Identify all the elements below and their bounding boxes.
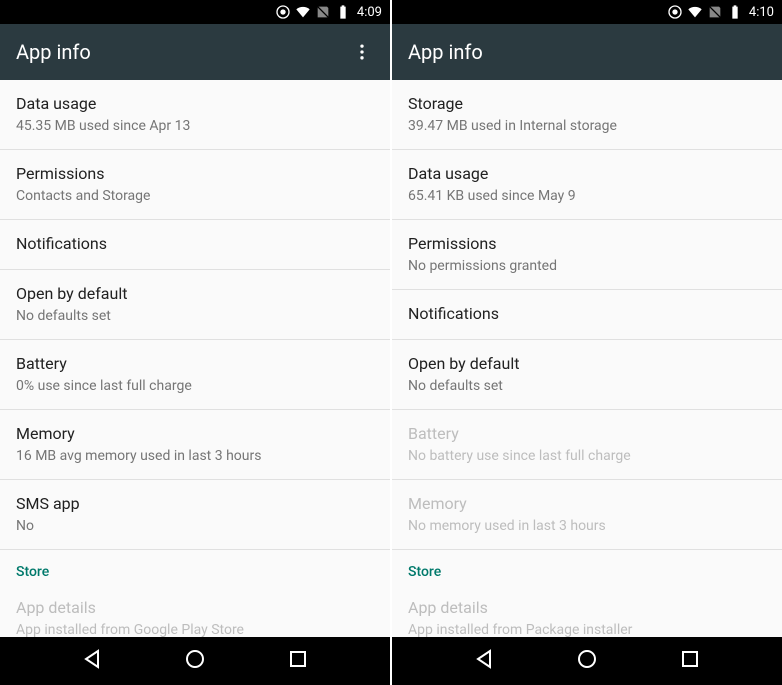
list-item-title: App details xyxy=(16,598,374,619)
back-icon xyxy=(80,647,104,671)
status-time: 4:10 xyxy=(749,5,774,20)
phone-screen-left: 4:09 App info Data usage 45.35 MB used s… xyxy=(0,0,390,685)
back-icon xyxy=(472,647,496,671)
list-item-subtitle: 16 MB avg memory used in last 3 hours xyxy=(16,447,374,465)
no-sim-icon xyxy=(315,4,331,20)
list-item-open-by-default[interactable]: Open by default No defaults set xyxy=(392,340,782,410)
list-item-memory[interactable]: Memory 16 MB avg memory used in last 3 h… xyxy=(0,410,390,480)
no-sim-icon xyxy=(707,4,723,20)
circle-icon xyxy=(275,4,291,20)
list-item-subtitle: No defaults set xyxy=(408,377,766,395)
list-item-title: Open by default xyxy=(16,284,374,305)
battery-icon xyxy=(335,4,351,20)
wifi-icon xyxy=(687,4,703,20)
list-item-notifications[interactable]: Notifications xyxy=(0,220,390,270)
list-item-subtitle: 0% use since last full charge xyxy=(16,377,374,395)
list-item-subtitle: No xyxy=(16,517,374,535)
list-item-permissions[interactable]: Permissions No permissions granted xyxy=(392,220,782,290)
list-item-title: Memory xyxy=(408,494,766,515)
list-item-notifications[interactable]: Notifications xyxy=(392,290,782,340)
list-item-app-details: App details App installed from Package i… xyxy=(392,584,782,637)
settings-list: Data usage 45.35 MB used since Apr 13 Pe… xyxy=(0,80,390,637)
navigation-bar xyxy=(392,637,782,685)
app-bar: App info xyxy=(392,24,782,80)
battery-icon xyxy=(727,4,743,20)
section-header-store: Store xyxy=(0,550,390,584)
list-item-subtitle: 39.47 MB used in Internal storage xyxy=(408,117,766,135)
list-item-title: Notifications xyxy=(16,234,374,255)
recent-icon xyxy=(678,647,702,671)
list-item-subtitle: 45.35 MB used since Apr 13 xyxy=(16,117,374,135)
more-vert-icon xyxy=(352,42,372,62)
home-icon xyxy=(575,647,599,671)
list-item-sms-app[interactable]: SMS app No xyxy=(0,480,390,550)
status-bar: 4:10 xyxy=(392,0,782,24)
list-item-title: Battery xyxy=(16,354,374,375)
list-item-subtitle: 65.41 KB used since May 9 xyxy=(408,187,766,205)
list-item-title: Data usage xyxy=(16,94,374,115)
overflow-menu-button[interactable] xyxy=(350,40,374,64)
list-item-battery[interactable]: Battery 0% use since last full charge xyxy=(0,340,390,410)
list-item-storage[interactable]: Storage 39.47 MB used in Internal storag… xyxy=(392,80,782,150)
list-item-title: Battery xyxy=(408,424,766,445)
wifi-icon xyxy=(295,4,311,20)
list-item-battery: Battery No battery use since last full c… xyxy=(392,410,782,480)
recent-button[interactable] xyxy=(286,647,310,675)
list-item-data-usage[interactable]: Data usage 65.41 KB used since May 9 xyxy=(392,150,782,220)
back-button[interactable] xyxy=(80,647,104,675)
list-item-title: Memory xyxy=(16,424,374,445)
list-item-data-usage[interactable]: Data usage 45.35 MB used since Apr 13 xyxy=(0,80,390,150)
list-item-title: Permissions xyxy=(16,164,374,185)
home-button[interactable] xyxy=(183,647,207,675)
status-time: 4:09 xyxy=(357,5,382,20)
list-item-subtitle: Contacts and Storage xyxy=(16,187,374,205)
navigation-bar xyxy=(0,637,390,685)
list-item-title: Storage xyxy=(408,94,766,115)
list-item-title: App details xyxy=(408,598,766,619)
list-item-subtitle: No permissions granted xyxy=(408,257,766,275)
list-item-subtitle: No defaults set xyxy=(16,307,374,325)
list-item-permissions[interactable]: Permissions Contacts and Storage xyxy=(0,150,390,220)
app-bar-title: App info xyxy=(16,40,91,64)
circle-icon xyxy=(667,4,683,20)
list-item-subtitle: App installed from Package installer xyxy=(408,621,766,638)
list-item-title: SMS app xyxy=(16,494,374,515)
recent-button[interactable] xyxy=(678,647,702,675)
list-item-open-by-default[interactable]: Open by default No defaults set xyxy=(0,270,390,340)
home-icon xyxy=(183,647,207,671)
section-header-store: Store xyxy=(392,550,782,584)
list-item-subtitle: No memory used in last 3 hours xyxy=(408,517,766,535)
phone-screen-right: 4:10 App info Storage 39.47 MB used in I… xyxy=(392,0,782,685)
list-item-title: Data usage xyxy=(408,164,766,185)
status-bar: 4:09 xyxy=(0,0,390,24)
app-bar: App info xyxy=(0,24,390,80)
list-item-app-details: App details App installed from Google Pl… xyxy=(0,584,390,637)
list-item-memory: Memory No memory used in last 3 hours xyxy=(392,480,782,550)
app-bar-title: App info xyxy=(408,40,483,64)
list-item-subtitle: No battery use since last full charge xyxy=(408,447,766,465)
recent-icon xyxy=(286,647,310,671)
list-item-title: Notifications xyxy=(408,304,766,325)
home-button[interactable] xyxy=(575,647,599,675)
list-item-title: Permissions xyxy=(408,234,766,255)
settings-list: Storage 39.47 MB used in Internal storag… xyxy=(392,80,782,637)
list-item-title: Open by default xyxy=(408,354,766,375)
back-button[interactable] xyxy=(472,647,496,675)
list-item-subtitle: App installed from Google Play Store xyxy=(16,621,374,638)
